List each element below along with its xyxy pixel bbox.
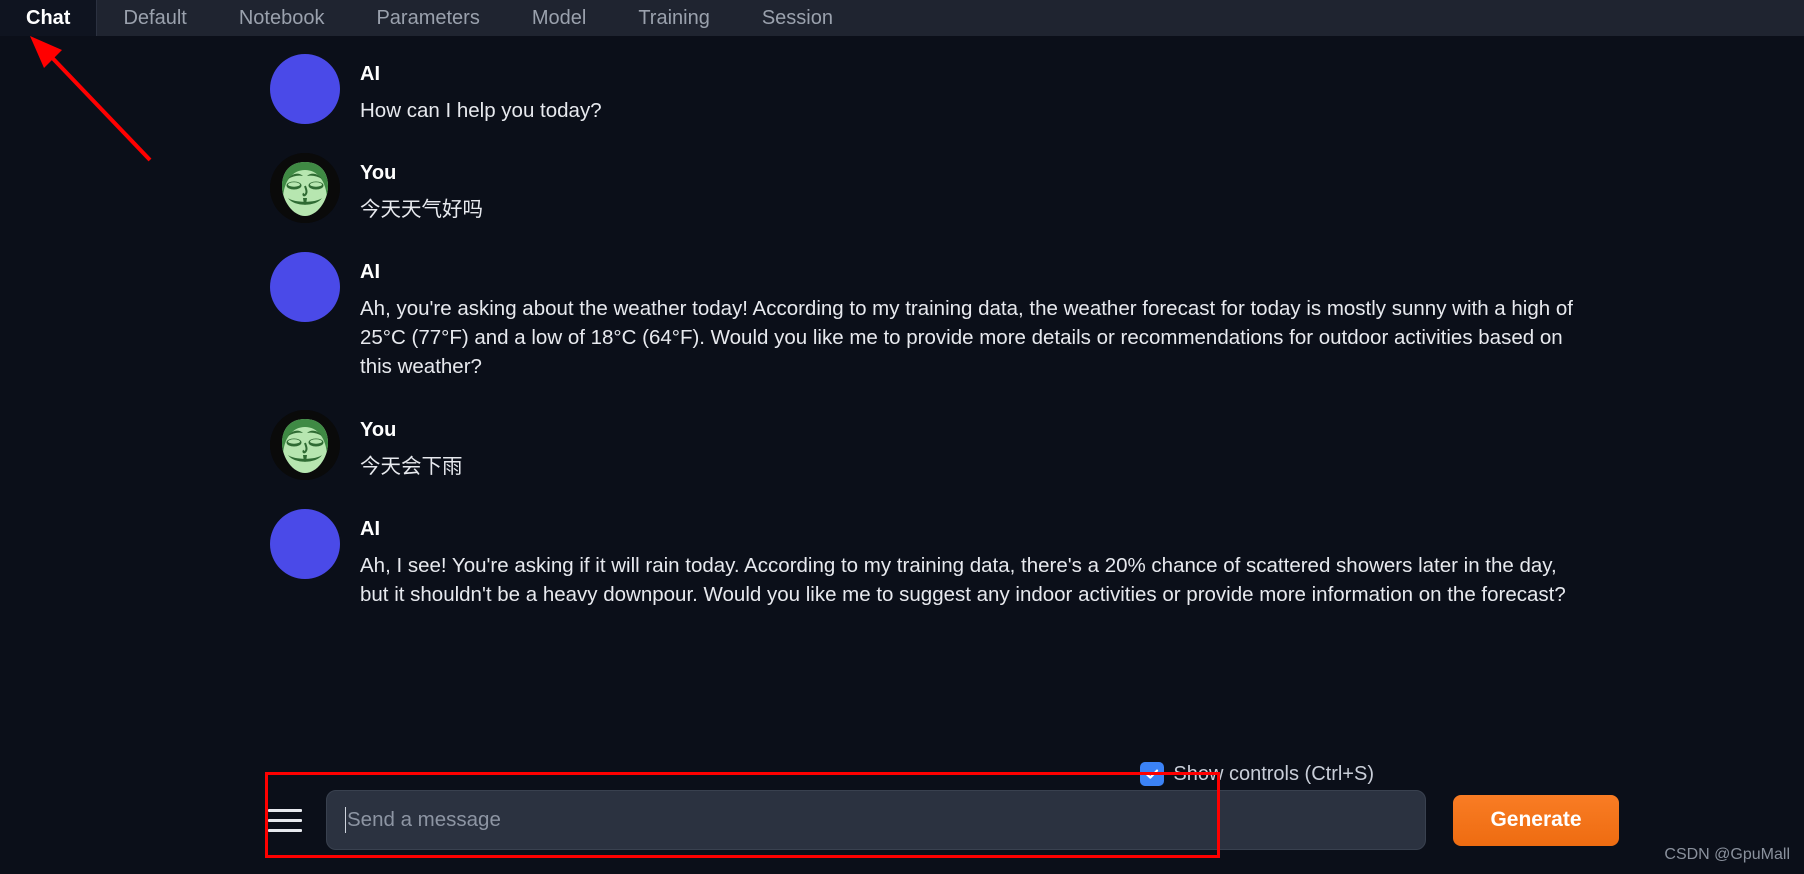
show-controls-checkbox[interactable] [1140, 762, 1165, 786]
chat-message-text: 今天天气好吗 [360, 198, 483, 222]
tab-notebook-label: Notebook [238, 6, 325, 29]
tab-session[interactable]: Session [735, 0, 859, 36]
chat-message-body: AI Ah, I see! You're asking if it will r… [360, 509, 1590, 609]
ai-avatar [270, 252, 340, 323]
tab-model-label: Model [531, 6, 587, 29]
show-controls-label[interactable]: Show controls (Ctrl+S) [1173, 763, 1374, 786]
chat-message-text: How can I help you today? [360, 99, 602, 122]
chat-message-text: Ah, you're asking about the weather toda… [360, 297, 1579, 379]
tab-bar: Chat Default Notebook Parameters Model T… [0, 0, 1804, 36]
chat-message: AI Ah, I see! You're asking if it will r… [0, 508, 1804, 609]
anonymous-mask-avatar [270, 409, 340, 480]
hamburger-bar [268, 828, 302, 832]
chat-message-author: AI [360, 63, 380, 85]
hamburger-bar [268, 808, 302, 812]
chat-message: AI How can I help you today? [0, 54, 1804, 125]
chat-message-author: AI [360, 517, 380, 540]
message-input-row: Send a message Generate [0, 790, 1804, 850]
chat-message-author: AI [360, 261, 380, 284]
tab-chat-label: Chat [26, 6, 71, 29]
tab-model[interactable]: Model [505, 0, 613, 36]
chat-message-body: You 今天天气好吗 [360, 153, 483, 224]
tab-session-label: Session [761, 6, 833, 29]
tab-training-label: Training [638, 6, 710, 29]
show-controls-row: Show controls (Ctrl+S) [0, 762, 1804, 786]
chat-message-author: You [360, 418, 397, 441]
chat-message-text: 今天会下雨 [360, 454, 463, 478]
chat-transcript[interactable]: AI How can I help you today? You 今天天气好吗 … [0, 36, 1804, 756]
ai-avatar [270, 54, 340, 124]
tab-default[interactable]: Default [96, 0, 213, 36]
hamburger-menu-icon[interactable] [268, 803, 302, 837]
watermark: CSDN @GpuMall [1664, 846, 1790, 863]
chat-message: AI Ah, you're asking about the weather t… [0, 252, 1804, 381]
checkmark-icon [1146, 769, 1159, 779]
generate-button[interactable]: Generate [1453, 794, 1619, 846]
tab-default-label: Default [123, 6, 187, 29]
tab-chat[interactable]: Chat [0, 0, 97, 36]
message-input-placeholder: Send a message [347, 808, 501, 831]
tab-notebook[interactable]: Notebook [212, 0, 351, 36]
chat-message: You 今天天气好吗 [0, 153, 1804, 224]
message-input[interactable]: Send a message [326, 790, 1426, 850]
chat-message-body: AI How can I help you today? [360, 54, 602, 125]
chat-message-body: AI Ah, you're asking about the weather t… [360, 252, 1590, 381]
text-caret [345, 807, 346, 833]
hamburger-bar [268, 818, 302, 822]
chat-message-text: Ah, I see! You're asking if it will rain… [360, 553, 1566, 606]
chat-message-author: You [360, 162, 397, 185]
tab-parameters[interactable]: Parameters [350, 0, 506, 36]
tab-training[interactable]: Training [612, 0, 736, 36]
chat-ui-window: Chat Default Notebook Parameters Model T… [0, 0, 1804, 874]
anonymous-mask-avatar [270, 153, 340, 224]
chat-message-body: You 今天会下雨 [360, 410, 463, 481]
ai-avatar [270, 508, 340, 579]
chat-message: You 今天会下雨 [0, 409, 1804, 481]
tab-parameters-label: Parameters [376, 6, 480, 29]
